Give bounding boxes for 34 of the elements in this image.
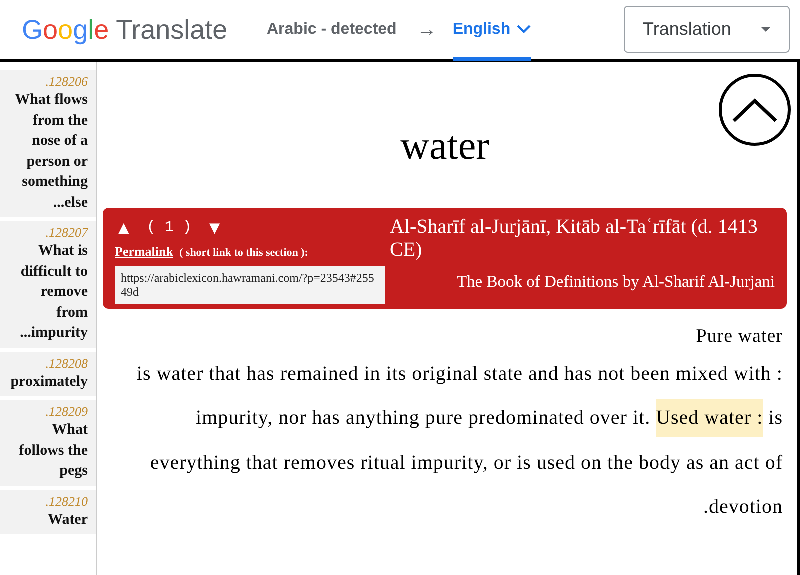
sidebar-item[interactable]: .128206 What flows from the nose of a person or something ...else <box>0 70 96 217</box>
definition-term: Pure water <box>695 325 784 349</box>
app-logo[interactable]: Google Translate <box>22 10 228 50</box>
headword: water <box>400 122 490 170</box>
chevron-down-icon <box>516 25 531 34</box>
mode-dropdown[interactable]: Translation <box>624 6 790 53</box>
entry-number: .128207 <box>44 225 88 241</box>
caret-down-icon <box>761 27 771 32</box>
target-language-tab[interactable]: English <box>452 0 531 60</box>
arrow-text: → <box>416 18 437 42</box>
sidebar-item[interactable]: .128207 What is difficult to remove from ...impurity <box>0 221 96 348</box>
sidebar-item[interactable]: .128208 proximately <box>0 352 96 396</box>
entry-title: What follows the pegs <box>18 421 88 481</box>
entry-number: .128209 <box>44 404 88 420</box>
section-counter: ( 1 ) <box>146 218 192 238</box>
entry-number: .128210 <box>44 494 88 510</box>
permalink-link[interactable]: Permalink <box>115 242 174 262</box>
source-title: Al-Sharīf al-Jurjānī, Kitāb al-Taʿrīfāt (d. 1413 CE) <box>390 216 759 262</box>
previous-button[interactable]: ▲ <box>115 216 133 240</box>
entry-number: .128206 <box>44 74 88 90</box>
entry-number: .128208 <box>44 356 88 372</box>
entry-title: Water <box>47 510 88 530</box>
permalink-note: ( short link to this section ): <box>180 246 308 261</box>
sidebar-item[interactable]: .128209 What follows the pegs <box>0 400 96 486</box>
entry-title: proximately <box>10 372 88 392</box>
chevron-up-icon <box>732 98 778 122</box>
entry-title: What is difficult to remove from ...impurity <box>19 242 88 343</box>
next-button[interactable]: ▼ <box>206 216 224 240</box>
entry-title: What flows from the nose of a person or something ...else <box>14 91 88 212</box>
definition-text: is water that has remained in its original state and has not been mixed with : impurity, nor has anything pure predominated over it. Used water : is everything that removes ritual impurity, or is used on the body as an act of .devotion <box>136 362 784 520</box>
permalink-url-field[interactable]: https://arabiclexicon.hawramani.com/?p=23543#25549d <box>115 266 385 304</box>
source-subtitle: The Book of Definitions by Al-Sharif Al-Jurjani <box>456 271 775 293</box>
source-language[interactable]: Arabic - detected <box>267 18 397 42</box>
sidebar-item[interactable]: .128210 Water <box>0 490 96 534</box>
